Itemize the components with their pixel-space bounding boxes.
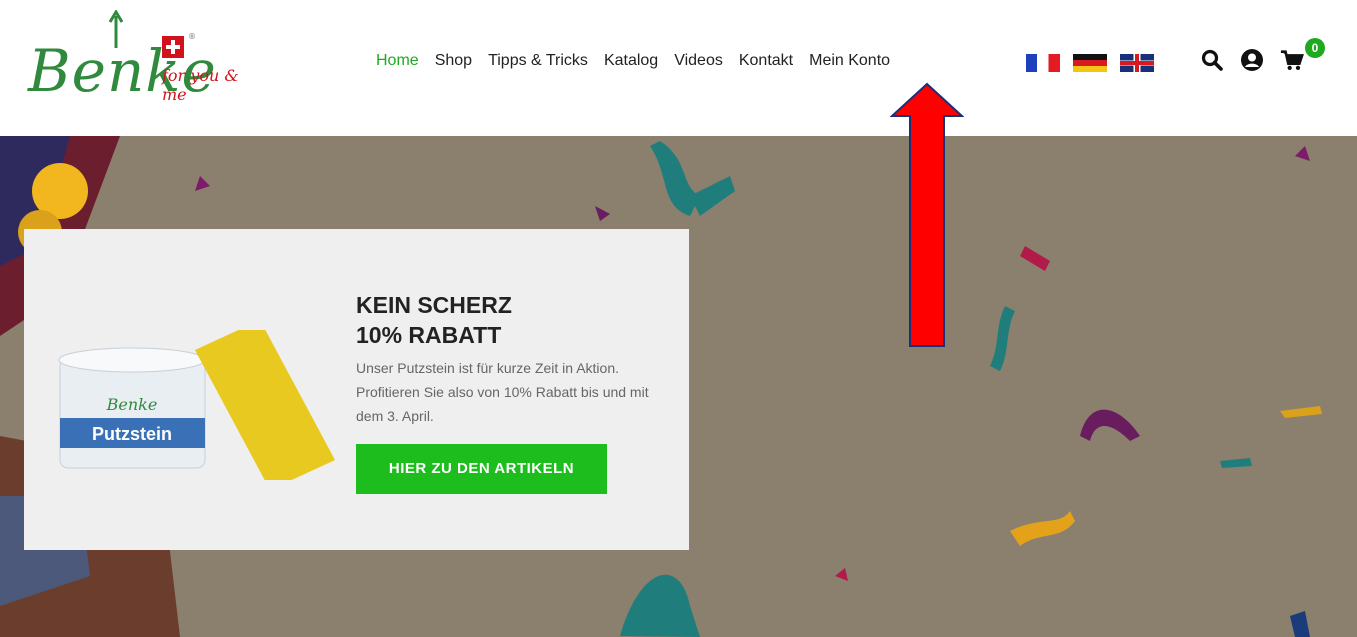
benke-logo[interactable]: Benke ® for you & me [12,6,262,116]
cart-icon[interactable] [1280,48,1304,72]
product-label: Putzstein [92,424,172,444]
main-nav: Home Shop Tipps & Tricks Katalog Videos … [376,52,890,70]
account-icon[interactable] [1240,48,1264,72]
putzstein-product-image[interactable]: Putzstein Benke [50,330,340,480]
logo-tagline: for you & me [162,66,239,104]
nav-item-tipps-tricks[interactable]: Tipps & Tricks [488,52,588,70]
nav-item-home[interactable]: Home [376,52,419,70]
product-brand: Benke [106,395,158,414]
swiss-flag-icon [162,36,184,58]
cart-count-badge: 0 [1305,38,1325,58]
promo-title: KEIN SCHERZ 10% RABATT [356,290,656,350]
promo-description: Unser Putzstein ist für kurze Zeit in Ak… [356,360,649,424]
language-switcher [1026,54,1154,72]
language-fr-flag-icon[interactable] [1026,54,1060,72]
red-arrow-annotation [890,82,964,347]
promo-title-line1: KEIN SCHERZ [356,292,512,318]
nav-item-shop[interactable]: Shop [435,52,472,70]
shop-articles-button[interactable]: HIER ZU DEN ARTIKELN [356,444,607,494]
search-icon[interactable] [1200,48,1224,72]
language-de-flag-icon[interactable] [1073,54,1107,72]
nav-item-mein-konto[interactable]: Mein Konto [809,52,890,70]
header-icons [1200,48,1304,72]
registered-mark: ® [188,32,196,41]
site-header: Benke ® for you & me Home Shop Tipps & T… [0,0,1357,136]
promo-title-line2: 10% RABATT [356,322,502,348]
nav-item-videos[interactable]: Videos [674,52,723,70]
language-en-flag-icon[interactable] [1120,54,1154,72]
nav-item-kontakt[interactable]: Kontakt [739,52,793,70]
nav-item-katalog[interactable]: Katalog [604,52,658,70]
